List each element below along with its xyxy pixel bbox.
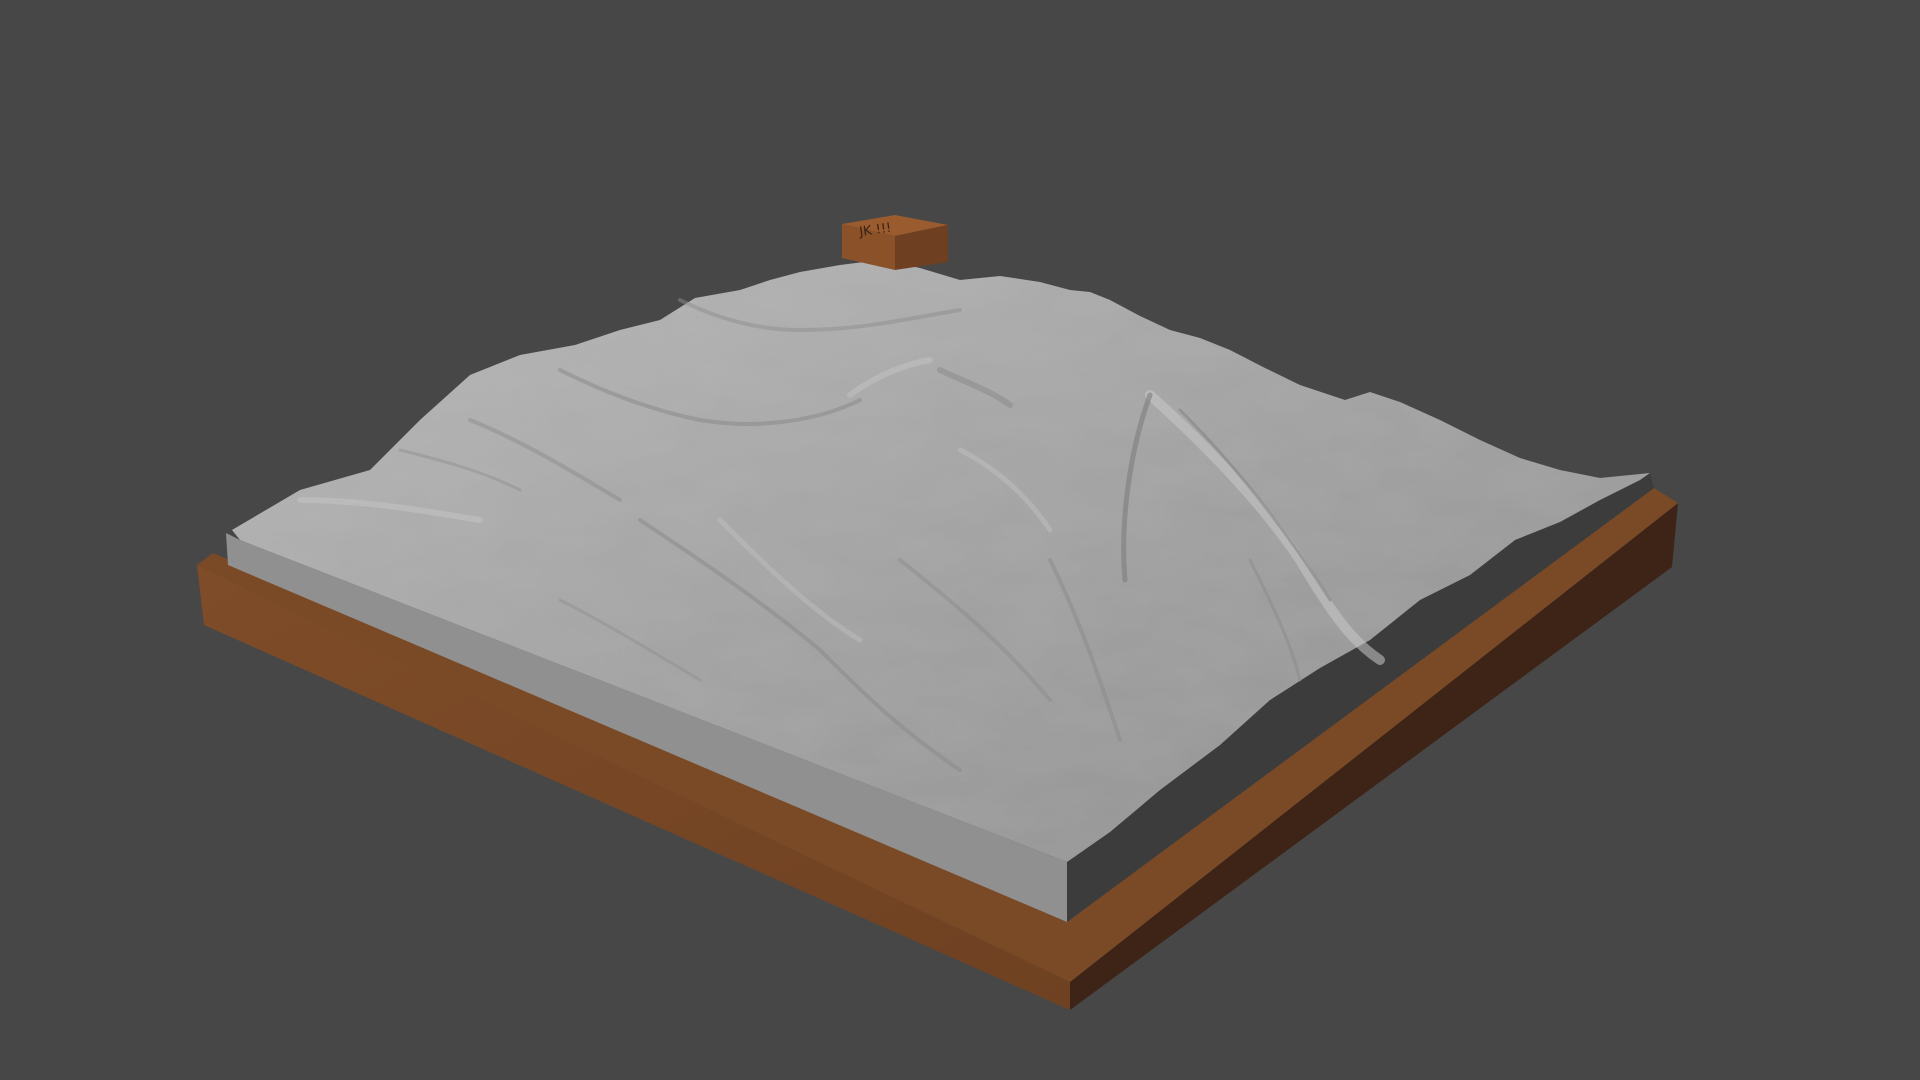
terrain-model-render: JK !!! bbox=[197, 215, 1678, 1010]
tag-box: JK !!! bbox=[842, 215, 948, 270]
3d-viewport[interactable]: JK !!! bbox=[0, 0, 1920, 1080]
